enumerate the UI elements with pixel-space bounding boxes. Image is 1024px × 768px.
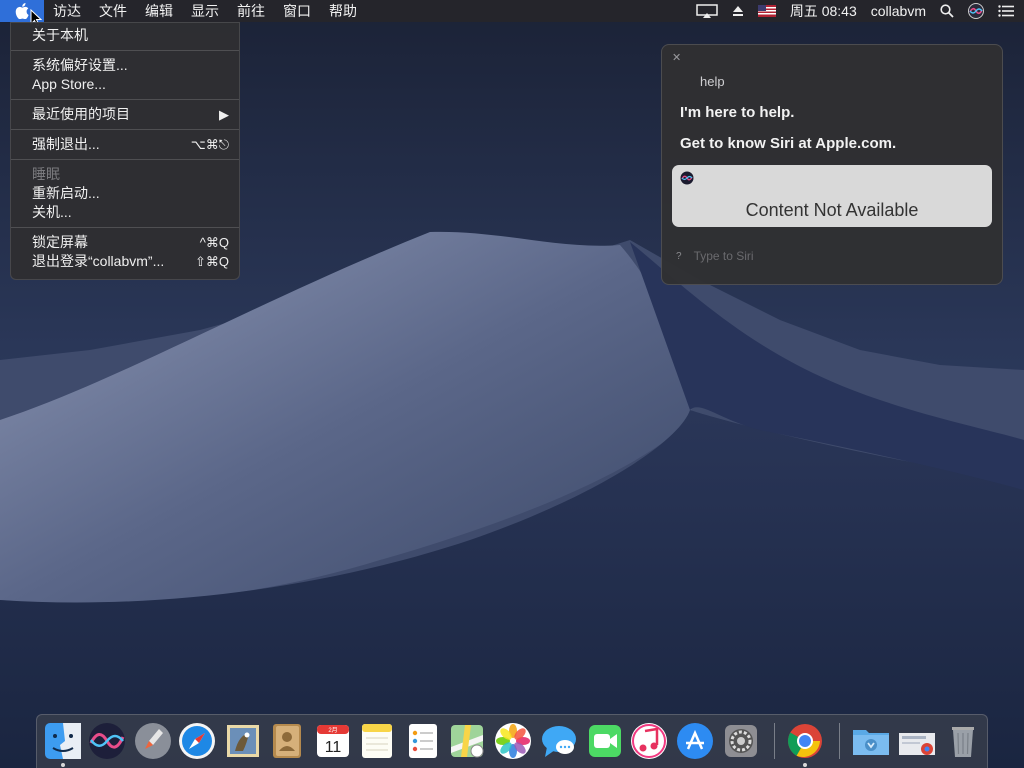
notification-center-icon[interactable] — [998, 5, 1014, 17]
siri-panel: ✕ help I'm here to help. Get to know Sir… — [661, 44, 1003, 285]
chrome-icon[interactable] — [785, 721, 825, 761]
dock-separator — [774, 723, 775, 759]
menu-system-preferences[interactable]: 系统偏好设置... — [11, 56, 239, 75]
menu-shutdown[interactable]: 关机... — [11, 203, 239, 222]
menu-sleep: 睡眠 — [32, 166, 60, 182]
menu-force-quit[interactable]: 强制退出... ⌥⌘⎋ — [11, 135, 239, 154]
menu-lock-screen[interactable]: 锁定屏幕 ^⌘Q — [11, 233, 239, 252]
dock-separator — [839, 723, 840, 759]
chrome-running-indicator — [803, 763, 807, 767]
menu-file[interactable]: 文件 — [90, 0, 136, 22]
type-to-siri-field[interactable]: ? Type to Siri — [676, 249, 754, 263]
downloads-folder-icon[interactable] — [851, 721, 891, 761]
lock-shortcut: ^⌘Q — [199, 235, 229, 250]
spotlight-search-icon[interactable] — [940, 4, 954, 18]
finder-running-indicator — [61, 763, 65, 767]
menu-separator — [11, 227, 239, 228]
menu-separator — [11, 99, 239, 100]
menu-app-store[interactable]: App Store... — [11, 75, 239, 94]
content-not-available-text: Content Not Available — [745, 200, 919, 220]
menu-logout[interactable]: 退出登录“collabvm”... ⇧⌘Q — [11, 252, 239, 271]
safari-icon[interactable] — [177, 721, 217, 761]
maps-icon[interactable] — [447, 721, 487, 761]
siri-icon[interactable] — [968, 3, 984, 19]
menu-about-this-mac[interactable]: 关于本机 — [11, 26, 239, 45]
dock: 2月 11 — [36, 714, 988, 768]
close-icon[interactable]: ✕ — [672, 51, 681, 64]
app-store-icon[interactable] — [675, 721, 715, 761]
menu-separator — [11, 50, 239, 51]
menu-go[interactable]: 前往 — [228, 0, 274, 22]
menu-window[interactable]: 窗口 — [274, 0, 320, 22]
apple-icon — [15, 3, 29, 19]
launchpad-icon[interactable] — [133, 721, 173, 761]
reminders-icon[interactable] — [403, 721, 443, 761]
itunes-icon[interactable] — [629, 721, 669, 761]
facetime-icon[interactable] — [585, 721, 625, 761]
siri-query: help — [700, 74, 725, 89]
menubar-user[interactable]: collabvm — [871, 3, 926, 19]
system-preferences-icon[interactable] — [721, 721, 761, 761]
messages-icon[interactable] — [539, 721, 579, 761]
siri-orb-icon — [680, 171, 694, 185]
menu-view[interactable]: 显示 — [182, 0, 228, 22]
siri-result-card[interactable]: Content Not Available — [672, 165, 992, 227]
contacts-icon[interactable] — [267, 721, 307, 761]
menu-help[interactable]: 帮助 — [320, 0, 366, 22]
calendar-icon[interactable]: 2月 11 — [313, 721, 353, 761]
document-stack-icon[interactable] — [897, 721, 937, 761]
apple-menu-dropdown: 关于本机 系统偏好设置... App Store... 最近使用的项目 ▶ 强制… — [10, 22, 240, 280]
siri-app-icon[interactable] — [87, 721, 127, 761]
us-flag-icon[interactable] — [757, 5, 776, 17]
trash-icon[interactable] — [943, 721, 983, 761]
notes-icon[interactable] — [357, 721, 397, 761]
menu-recent-items[interactable]: 最近使用的项目 ▶ — [11, 105, 239, 124]
mail-icon[interactable] — [223, 721, 263, 761]
airplay-icon[interactable] — [696, 4, 718, 18]
menu-edit[interactable]: 编辑 — [136, 0, 182, 22]
menu-restart[interactable]: 重新启动... — [11, 184, 239, 203]
calendar-month-label: 2月 — [328, 727, 337, 734]
question-mark-icon: ? — [676, 250, 682, 262]
finder-icon[interactable] — [43, 721, 83, 761]
photos-icon[interactable] — [493, 721, 533, 761]
menu-bar: 访达 文件 编辑 显示 前往 窗口 帮助 周五 08:43 collabvm — [0, 0, 1024, 22]
eject-icon[interactable] — [732, 5, 744, 17]
siri-response-line: I'm here to help. — [680, 104, 795, 121]
calendar-day-label: 11 — [325, 739, 342, 756]
menu-separator — [11, 129, 239, 130]
logout-shortcut: ⇧⌘Q — [194, 254, 229, 269]
force-quit-shortcut: ⌥⌘⎋ — [190, 137, 229, 152]
menu-finder[interactable]: 访达 — [44, 0, 90, 22]
submenu-arrow-icon: ▶ — [219, 107, 229, 122]
menubar-clock[interactable]: 周五 08:43 — [790, 1, 857, 21]
siri-apple-link[interactable]: Get to know Siri at Apple.com. — [680, 135, 896, 152]
menu-separator — [11, 159, 239, 160]
